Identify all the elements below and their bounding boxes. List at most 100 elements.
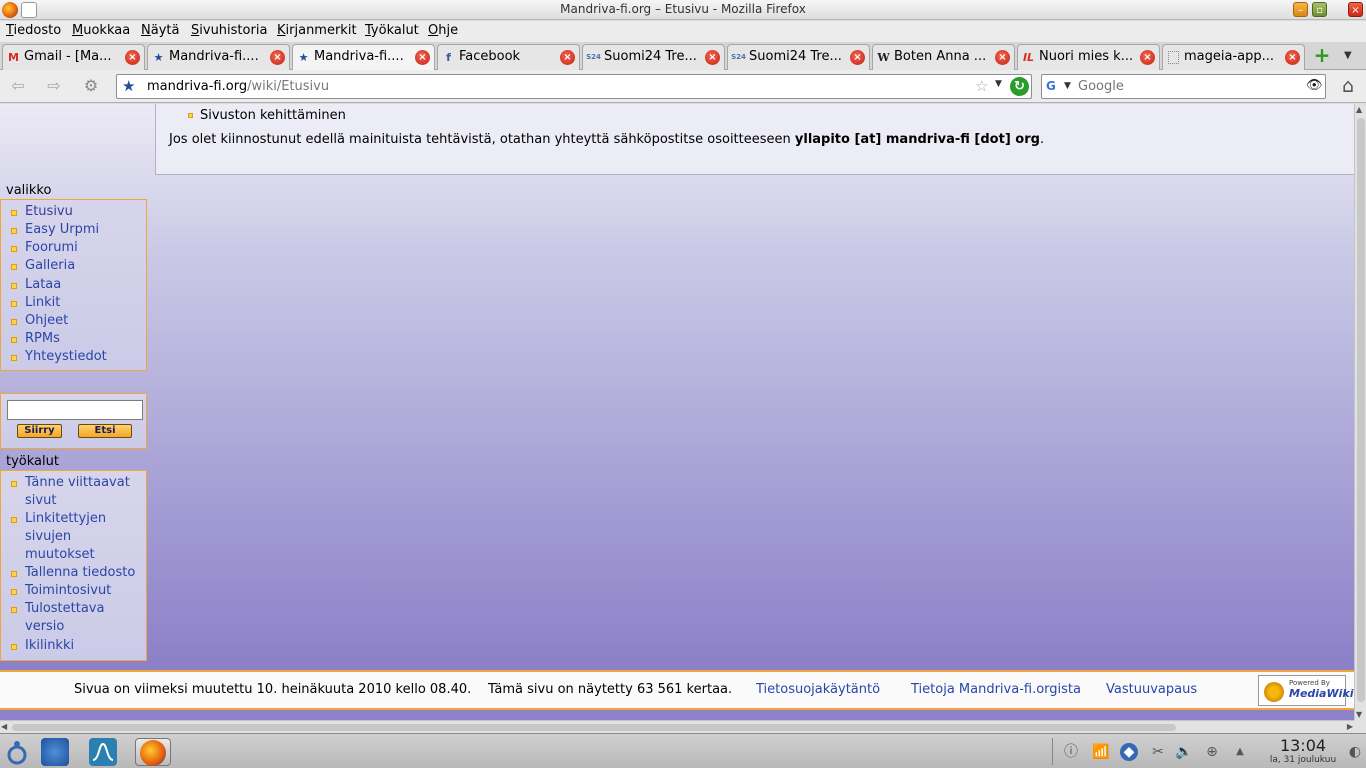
scissors-icon[interactable]: ✂ <box>1149 743 1167 761</box>
url-text[interactable]: mandriva-fi.org/wiki/Etusivu <box>147 79 329 94</box>
clock[interactable]: 13:04 la, 31 joulukuu <box>1268 737 1338 766</box>
menu-ohje[interactable]: Ohje <box>428 23 458 38</box>
tab-mageia[interactable]: mageia-app... × <box>1162 44 1305 70</box>
history-icon[interactable]: ⚙ <box>80 76 102 96</box>
tab-mandriva-2-active[interactable]: ★ Mandriva-fi.... × <box>292 44 435 70</box>
desktop-toolbox-icon[interactable]: ◐ <box>1346 743 1364 761</box>
url-bar[interactable]: ★ mandriva-fi.org/wiki/Etusivu ☆ ▼ ↻ <box>116 74 1032 99</box>
about-link[interactable]: Tietoja Mandriva-fi.orgista <box>911 682 1081 697</box>
powered-by-mediawiki-badge[interactable]: Powered By MediaWiki <box>1258 675 1353 706</box>
horizontal-scrollbar[interactable]: ◀ ▶ <box>0 720 1354 733</box>
tools-link-permalink[interactable]: Ikilinkki <box>25 637 74 655</box>
wifi-icon[interactable]: 📶 <box>1092 743 1110 761</box>
search-engine-chevron-down-icon[interactable]: ▼ <box>1064 81 1071 91</box>
tab-close-icon[interactable]: × <box>560 50 575 65</box>
menu-nayta[interactable]: Näytä <box>141 23 179 38</box>
vertical-scroll-thumb[interactable] <box>1357 118 1365 702</box>
bullet-icon <box>11 246 17 252</box>
tools-link-printable[interactable]: Tulostettava versio <box>25 600 111 636</box>
new-tab-plus-icon[interactable]: + <box>1311 45 1333 66</box>
bullet-icon <box>11 264 17 270</box>
tab-gmail[interactable]: M Gmail - [Ma... × <box>2 44 145 70</box>
binoculars-search-icon[interactable]: 👁 <box>1306 78 1323 93</box>
maximize-button[interactable]: ▫ <box>1312 2 1327 17</box>
url-host: mandriva-fi.org <box>147 79 248 94</box>
tab-suomi24-2[interactable]: S24 Suomi24 Tre... × <box>727 44 870 70</box>
nav-link-lataa[interactable]: Lataa <box>25 276 61 294</box>
tab-close-icon[interactable]: × <box>1140 50 1155 65</box>
tab-close-icon[interactable]: × <box>270 50 285 65</box>
disclaimer-link[interactable]: Vastuuvapaus <box>1106 682 1197 697</box>
tab-close-icon[interactable]: × <box>1285 50 1300 65</box>
update-applet-icon[interactable]: ◆ <box>1120 743 1138 761</box>
taskbar: ⓘ 📶 ◆ ✂ 🔈 ⊕ ▲ 13:04 la, 31 joulukuu ◐ <box>0 733 1366 768</box>
bullet-icon <box>11 571 17 577</box>
nav-link-ohjeet[interactable]: Ohjeet <box>25 312 68 330</box>
network-icon[interactable]: ⊕ <box>1203 743 1221 761</box>
nav-link-linkit[interactable]: Linkit <box>25 294 60 312</box>
vertical-scrollbar[interactable]: ▲ ▼ <box>1354 104 1366 720</box>
go-button[interactable]: Siirry <box>17 424 62 438</box>
home-icon[interactable]: ⌂ <box>1337 75 1359 97</box>
minimize-button[interactable]: – <box>1293 2 1308 17</box>
nav-link-galleria[interactable]: Galleria <box>25 257 75 275</box>
tools-link-save-file[interactable]: Tallenna tiedosto <box>25 564 145 582</box>
tools-link-special-pages[interactable]: Toimintosivut <box>25 582 145 600</box>
wiki-search-input[interactable] <box>7 400 143 420</box>
menu-kirjanmerkit[interactable]: Kirjanmerkit <box>277 23 357 38</box>
tab-list-chevron-down-icon[interactable]: ▼ <box>1344 50 1352 61</box>
menu-tiedosto[interactable]: Tiedosto <box>6 23 61 38</box>
tab-mandriva-1[interactable]: ★ Mandriva-fi.... × <box>147 44 290 70</box>
bullet-icon <box>11 319 17 325</box>
firefox-taskbar-button[interactable] <box>135 738 171 766</box>
tray-expand-chevron-up-icon[interactable]: ▲ <box>1231 743 1249 761</box>
tab-label: mageia-app... <box>1184 49 1275 64</box>
tab-close-icon[interactable]: × <box>850 50 865 65</box>
nav-link-easy-urpmi[interactable]: Easy Urpmi <box>25 221 99 239</box>
close-window-button[interactable]: × <box>1348 2 1363 17</box>
tab-suomi24-1[interactable]: S24 Suomi24 Tre... × <box>582 44 725 70</box>
menu-sivuhistoria[interactable]: Sivuhistoria <box>191 23 267 38</box>
tab-boten-anna[interactable]: W Boten Anna ... × <box>872 44 1015 70</box>
menu-tyokalut[interactable]: Työkalut <box>365 23 419 38</box>
scroll-left-arrow-icon[interactable]: ◀ <box>1 722 7 731</box>
mandriva-start-menu-icon[interactable] <box>4 738 30 766</box>
tab-close-icon[interactable]: × <box>125 50 140 65</box>
scroll-right-arrow-icon[interactable]: ▶ <box>1347 722 1353 731</box>
tab-close-icon[interactable]: × <box>705 50 720 65</box>
tools-link-recentchangeslinked[interactable]: Linkitettyjen sivujen muutokset <box>25 510 115 564</box>
privacy-link[interactable]: Tietosuojakäytäntö <box>756 682 880 697</box>
tab-close-icon[interactable]: × <box>995 50 1010 65</box>
terminal-icon[interactable] <box>89 738 117 766</box>
info-icon[interactable]: ⓘ <box>1062 743 1080 761</box>
url-history-chevron-down-icon[interactable]: ▼ <box>995 79 1002 89</box>
forward-arrow-icon[interactable]: ⇨ <box>43 76 65 96</box>
search-input[interactable] <box>1078 77 1298 96</box>
tab-close-icon[interactable]: × <box>415 50 430 65</box>
volume-icon[interactable]: 🔈 <box>1175 743 1193 761</box>
kde-file-manager-icon[interactable] <box>41 738 69 766</box>
bullet-icon <box>11 644 17 650</box>
nav-link-yhteystiedot[interactable]: Yhteystiedot <box>25 348 107 366</box>
nav-link-etusivu[interactable]: Etusivu <box>25 203 73 221</box>
tools-link-whatlinkshere[interactable]: Tänne viittaavat sivut <box>25 474 135 510</box>
back-arrow-icon[interactable]: ⇦ <box>7 76 29 96</box>
web-page: Sivuston kehittäminen Jos olet kiinnostu… <box>0 104 1354 720</box>
scroll-down-arrow-icon[interactable]: ▼ <box>1356 710 1362 719</box>
scrollbar-corner <box>1354 720 1366 733</box>
scroll-up-arrow-icon[interactable]: ▲ <box>1356 105 1362 114</box>
site-identity-star-icon[interactable]: ★ <box>122 77 135 95</box>
nav-link-foorumi[interactable]: Foorumi <box>25 239 78 257</box>
search-button[interactable]: Etsi <box>78 424 132 438</box>
bookmark-star-icon[interactable]: ☆ <box>975 77 988 95</box>
tab-facebook[interactable]: f Facebook × <box>437 44 580 70</box>
search-bar[interactable]: G ▼ 👁 <box>1041 74 1326 99</box>
bullet-icon <box>11 210 17 216</box>
clock-date: la, 31 joulukuu <box>1269 755 1337 765</box>
menu-muokkaa[interactable]: Muokkaa <box>72 23 130 38</box>
google-engine-icon[interactable]: G <box>1046 79 1061 94</box>
tab-nuori-mies[interactable]: IL Nuori mies k... × <box>1017 44 1160 70</box>
reload-icon[interactable]: ↻ <box>1010 77 1029 96</box>
nav-link-rpms[interactable]: RPMs <box>25 330 60 348</box>
horizontal-scroll-thumb[interactable] <box>12 724 1176 731</box>
